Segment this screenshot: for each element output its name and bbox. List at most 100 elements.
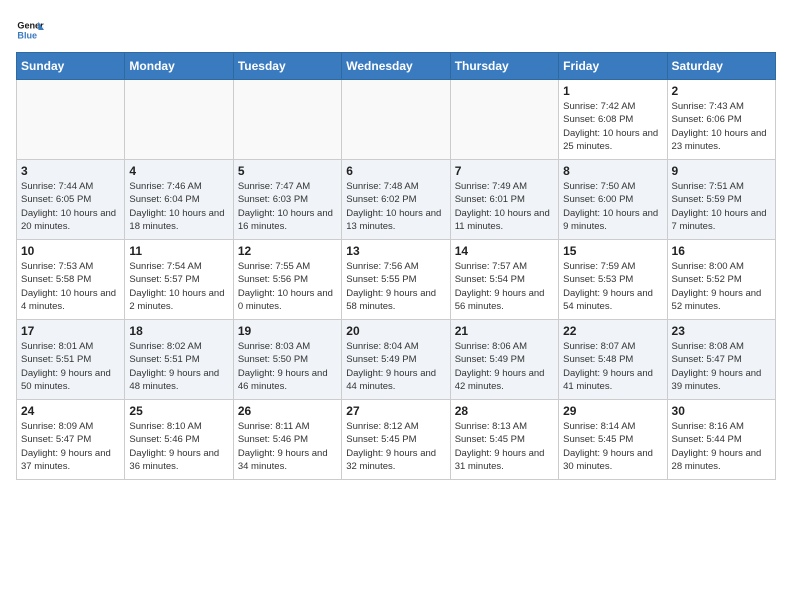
calendar-cell: 5 Sunrise: 7:47 AM Sunset: 6:03 PM Daylig… bbox=[233, 160, 341, 240]
calendar-cell: 22 Sunrise: 8:07 AM Sunset: 5:48 PM Dayli… bbox=[559, 320, 667, 400]
day-info: Sunrise: 8:10 AM Sunset: 5:46 PM Dayligh… bbox=[129, 420, 228, 473]
calendar-cell: 13 Sunrise: 7:56 AM Sunset: 5:55 PM Dayli… bbox=[342, 240, 450, 320]
calendar-cell: 15Sunrise: 7:59 AM Sunset: 5:53 PM Dayli… bbox=[559, 240, 667, 320]
calendar-cell bbox=[17, 80, 125, 160]
day-info: Sunrise: 8:14 AM Sunset: 5:45 PM Dayligh… bbox=[563, 420, 662, 473]
day-info: Sunrise: 7:54 AM Sunset: 5:57 PM Dayligh… bbox=[129, 260, 228, 313]
day-number: 25 bbox=[129, 404, 228, 418]
day-number: 24 bbox=[21, 404, 120, 418]
day-info: Sunrise: 8:07 AM Sunset: 5:48 PM Dayligh… bbox=[563, 340, 662, 393]
day-number: 1 bbox=[563, 84, 662, 98]
logo-icon: General Blue bbox=[16, 16, 44, 44]
calendar-cell bbox=[125, 80, 233, 160]
calendar-cell: 21Sunrise: 8:06 AM Sunset: 5:49 PM Dayli… bbox=[450, 320, 558, 400]
weekday-header-tuesday: Tuesday bbox=[233, 53, 341, 80]
day-number: 27 bbox=[346, 404, 445, 418]
day-info: Sunrise: 8:06 AM Sunset: 5:49 PM Dayligh… bbox=[455, 340, 554, 393]
calendar-cell: 24 Sunrise: 8:09 AM Sunset: 5:47 PM Dayli… bbox=[17, 400, 125, 480]
calendar-cell: 9 Sunrise: 7:51 AM Sunset: 5:59 PM Daylig… bbox=[667, 160, 775, 240]
day-info: Sunrise: 7:42 AM Sunset: 6:08 PM Dayligh… bbox=[563, 100, 662, 153]
day-info: Sunrise: 8:02 AM Sunset: 5:51 PM Dayligh… bbox=[129, 340, 228, 393]
weekday-header-thursday: Thursday bbox=[450, 53, 558, 80]
weekday-header-saturday: Saturday bbox=[667, 53, 775, 80]
calendar-cell: 25 Sunrise: 8:10 AM Sunset: 5:46 PM Dayli… bbox=[125, 400, 233, 480]
day-number: 10 bbox=[21, 244, 120, 258]
day-info: Sunrise: 7:51 AM Sunset: 5:59 PM Dayligh… bbox=[672, 180, 771, 233]
day-info: Sunrise: 8:12 AM Sunset: 5:45 PM Dayligh… bbox=[346, 420, 445, 473]
day-number: 15 bbox=[563, 244, 662, 258]
calendar-cell: 23 Sunrise: 8:08 AM Sunset: 5:47 PM Dayli… bbox=[667, 320, 775, 400]
calendar-cell: 14 Sunrise: 7:57 AM Sunset: 5:54 PM Dayli… bbox=[450, 240, 558, 320]
calendar-cell bbox=[342, 80, 450, 160]
day-info: Sunrise: 7:48 AM Sunset: 6:02 PM Dayligh… bbox=[346, 180, 445, 233]
day-info: Sunrise: 8:09 AM Sunset: 5:47 PM Dayligh… bbox=[21, 420, 120, 473]
day-number: 8 bbox=[563, 164, 662, 178]
day-number: 19 bbox=[238, 324, 337, 338]
calendar-cell: 19 Sunrise: 8:03 AM Sunset: 5:50 PM Dayli… bbox=[233, 320, 341, 400]
calendar-cell: 18 Sunrise: 8:02 AM Sunset: 5:51 PM Dayli… bbox=[125, 320, 233, 400]
day-number: 6 bbox=[346, 164, 445, 178]
calendar-cell: 29 Sunrise: 8:14 AM Sunset: 5:45 PM Dayli… bbox=[559, 400, 667, 480]
day-info: Sunrise: 7:53 AM Sunset: 5:58 PM Dayligh… bbox=[21, 260, 120, 313]
calendar-cell: 16Sunrise: 8:00 AM Sunset: 5:52 PM Dayli… bbox=[667, 240, 775, 320]
day-number: 22 bbox=[563, 324, 662, 338]
day-info: Sunrise: 8:03 AM Sunset: 5:50 PM Dayligh… bbox=[238, 340, 337, 393]
calendar-cell: 28Sunrise: 8:13 AM Sunset: 5:45 PM Dayli… bbox=[450, 400, 558, 480]
day-number: 18 bbox=[129, 324, 228, 338]
calendar-cell bbox=[233, 80, 341, 160]
day-number: 3 bbox=[21, 164, 120, 178]
day-info: Sunrise: 7:49 AM Sunset: 6:01 PM Dayligh… bbox=[455, 180, 554, 233]
weekday-header-monday: Monday bbox=[125, 53, 233, 80]
day-number: 29 bbox=[563, 404, 662, 418]
day-info: Sunrise: 7:57 AM Sunset: 5:54 PM Dayligh… bbox=[455, 260, 554, 313]
calendar-cell: 8 Sunrise: 7:50 AM Sunset: 6:00 PM Daylig… bbox=[559, 160, 667, 240]
day-info: Sunrise: 8:01 AM Sunset: 5:51 PM Dayligh… bbox=[21, 340, 120, 393]
day-number: 26 bbox=[238, 404, 337, 418]
day-number: 16 bbox=[672, 244, 771, 258]
day-number: 4 bbox=[129, 164, 228, 178]
day-info: Sunrise: 7:44 AM Sunset: 6:05 PM Dayligh… bbox=[21, 180, 120, 233]
calendar-cell: 3 Sunrise: 7:44 AM Sunset: 6:05 PM Daylig… bbox=[17, 160, 125, 240]
day-info: Sunrise: 7:47 AM Sunset: 6:03 PM Dayligh… bbox=[238, 180, 337, 233]
calendar-cell: 6 Sunrise: 7:48 AM Sunset: 6:02 PM Daylig… bbox=[342, 160, 450, 240]
day-info: Sunrise: 8:16 AM Sunset: 5:44 PM Dayligh… bbox=[672, 420, 771, 473]
calendar-cell: 17 Sunrise: 8:01 AM Sunset: 5:51 PM Dayli… bbox=[17, 320, 125, 400]
day-number: 11 bbox=[129, 244, 228, 258]
calendar-cell bbox=[450, 80, 558, 160]
svg-text:Blue: Blue bbox=[17, 30, 37, 40]
day-info: Sunrise: 7:46 AM Sunset: 6:04 PM Dayligh… bbox=[129, 180, 228, 233]
day-info: Sunrise: 7:55 AM Sunset: 5:56 PM Dayligh… bbox=[238, 260, 337, 313]
day-number: 20 bbox=[346, 324, 445, 338]
weekday-header-wednesday: Wednesday bbox=[342, 53, 450, 80]
weekday-header-sunday: Sunday bbox=[17, 53, 125, 80]
calendar-cell: 30 Sunrise: 8:16 AM Sunset: 5:44 PM Dayli… bbox=[667, 400, 775, 480]
calendar-cell: 1 Sunrise: 7:42 AM Sunset: 6:08 PM Daylig… bbox=[559, 80, 667, 160]
day-number: 23 bbox=[672, 324, 771, 338]
calendar-cell: 10 Sunrise: 7:53 AM Sunset: 5:58 PM Dayli… bbox=[17, 240, 125, 320]
day-number: 12 bbox=[238, 244, 337, 258]
day-number: 13 bbox=[346, 244, 445, 258]
day-number: 9 bbox=[672, 164, 771, 178]
day-info: Sunrise: 7:50 AM Sunset: 6:00 PM Dayligh… bbox=[563, 180, 662, 233]
day-number: 2 bbox=[672, 84, 771, 98]
day-info: Sunrise: 8:08 AM Sunset: 5:47 PM Dayligh… bbox=[672, 340, 771, 393]
calendar-cell: 11 Sunrise: 7:54 AM Sunset: 5:57 PM Dayli… bbox=[125, 240, 233, 320]
calendar-cell: 4 Sunrise: 7:46 AM Sunset: 6:04 PM Daylig… bbox=[125, 160, 233, 240]
calendar-cell: 20 Sunrise: 8:04 AM Sunset: 5:49 PM Dayli… bbox=[342, 320, 450, 400]
calendar-cell: 12 Sunrise: 7:55 AM Sunset: 5:56 PM Dayli… bbox=[233, 240, 341, 320]
day-number: 14 bbox=[455, 244, 554, 258]
page-header: General Blue bbox=[16, 16, 776, 44]
day-number: 30 bbox=[672, 404, 771, 418]
day-info: Sunrise: 8:11 AM Sunset: 5:46 PM Dayligh… bbox=[238, 420, 337, 473]
day-number: 5 bbox=[238, 164, 337, 178]
day-number: 28 bbox=[455, 404, 554, 418]
weekday-header-friday: Friday bbox=[559, 53, 667, 80]
calendar-cell: 2 Sunrise: 7:43 AM Sunset: 6:06 PM Daylig… bbox=[667, 80, 775, 160]
calendar-cell: 27 Sunrise: 8:12 AM Sunset: 5:45 PM Dayli… bbox=[342, 400, 450, 480]
day-info: Sunrise: 7:43 AM Sunset: 6:06 PM Dayligh… bbox=[672, 100, 771, 153]
day-number: 17 bbox=[21, 324, 120, 338]
day-info: Sunrise: 7:56 AM Sunset: 5:55 PM Dayligh… bbox=[346, 260, 445, 313]
day-info: Sunrise: 8:04 AM Sunset: 5:49 PM Dayligh… bbox=[346, 340, 445, 393]
day-number: 7 bbox=[455, 164, 554, 178]
calendar-cell: 7 Sunrise: 7:49 AM Sunset: 6:01 PM Daylig… bbox=[450, 160, 558, 240]
